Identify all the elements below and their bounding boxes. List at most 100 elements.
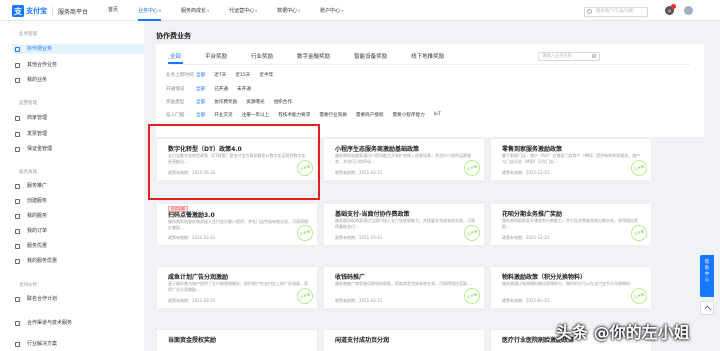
filter-option[interactable]: 近15天 — [235, 72, 250, 78]
nav-account-center[interactable]: 账户中心▾ — [320, 0, 343, 21]
filter-option[interactable]: 近半年 — [259, 72, 273, 78]
sidebar-group-title: 合作伙伴 — [19, 283, 37, 288]
card-description: 服务商帮助商家通过小程序能力开发扩充线上经营场景，并进行小程序运营服务，并进行小… — [335, 153, 471, 164]
card-title: 收钱码推广 — [335, 274, 366, 281]
sidebar-item-my-orders[interactable]: 我的订单 — [12, 226, 144, 236]
filter-option[interactable]: 需要小程序能力 — [393, 112, 425, 118]
tab-all[interactable]: 全部 — [167, 52, 184, 64]
sidebar-item-my-discount[interactable]: 我的服务优惠 — [12, 256, 144, 266]
sidebar-item-channels[interactable]: 合作渠道与技术服务 — [12, 318, 144, 328]
filter-option[interactable]: 协作费奖励 — [214, 99, 237, 105]
tab-platform[interactable]: 平台奖励 — [205, 52, 227, 64]
nav-home[interactable]: 首页 — [108, 0, 118, 21]
filter-option[interactable]: 有技术能力要求 — [278, 112, 310, 118]
filter-label: 准入门槛 — [166, 113, 185, 118]
filter-row-threshold: 准入门槛 全部 开业交流 注册一年以上 有技术能力要求 需要行业资质 需要商户授… — [166, 112, 450, 118]
sidebar-item-label: 创建服务 — [27, 198, 48, 204]
filter-label: 开通情况 — [166, 87, 185, 92]
chevron-down-icon: ▾ — [341, 8, 344, 13]
filter-option[interactable]: 全部 — [196, 86, 205, 92]
filter-row-reward-type: 奖励类型 全部 协作费奖励 资源曝光 组织合作 — [166, 99, 301, 105]
filter-option[interactable]: 未开通 — [237, 86, 251, 92]
tab-smart-device[interactable]: 智能设备奖励 — [354, 52, 387, 64]
tab-digital-finance[interactable]: 数字金融奖励 — [297, 52, 330, 64]
sidebar-item-invoices[interactable]: 发票管理 — [12, 129, 144, 139]
search-placeholder: 请输入业务名称 — [542, 54, 573, 59]
business-search-input[interactable]: 请输入业务名称 — [538, 52, 600, 61]
nav-business-center[interactable]: 业务中心▾ — [138, 0, 162, 21]
card-title: 小程序生态服务商激励基础政策 — [335, 146, 420, 153]
sidebar-item-my-services[interactable]: 我的服务 — [12, 211, 144, 221]
sidebar-item-label: 发票管理 — [27, 131, 48, 137]
sidebar-item-other-business[interactable]: 其他合作业务 — [12, 60, 144, 70]
logo-text: 支付宝 — [26, 7, 47, 15]
sidebar-item-label: 我的业务 — [27, 77, 48, 83]
search-icon — [587, 9, 592, 14]
sidebar-item-service-promo[interactable]: 服务推广 — [12, 181, 144, 191]
help-center-label: 帮助中心 — [704, 260, 710, 283]
filter-option[interactable]: 需要商户授权 — [356, 112, 384, 118]
card-date: 政策有效期：2021-03-31 — [168, 298, 216, 303]
card-date: 政策有效期：2021-03-31 — [335, 298, 383, 303]
nav-growth[interactable]: 服务商成长▾ — [181, 0, 209, 21]
sidebar-item-merchants[interactable]: 商家管理 — [12, 113, 144, 123]
filter-option[interactable]: 资源曝光 — [246, 99, 264, 105]
nav-operations[interactable]: 代运营中心▾ — [229, 0, 257, 21]
card-date: 政策有效期：2021-12-31 — [502, 235, 550, 240]
card-description: 服务商通过有效物料铺设获得积分，物料积分可以在支付宝平台兑换物料… — [502, 281, 634, 286]
filter-option[interactable]: 已开通 — [214, 86, 228, 92]
filter-option[interactable]: 开业交流 — [214, 112, 232, 118]
filter-option[interactable]: 组织合作 — [274, 99, 292, 105]
filter-option[interactable]: 全部 — [196, 99, 205, 105]
policy-card[interactable]: 即将到期 扫码点餐激励3.0 服务商帮助餐饮商家接入支付宝点餐小程序，并在门店完… — [156, 203, 318, 246]
policy-card[interactable]: 当面资金授权奖励 — [156, 329, 318, 351]
shield-icon — [15, 147, 20, 152]
chevron-down-icon: ▾ — [159, 8, 162, 13]
box-icon — [15, 214, 20, 219]
policy-card[interactable]: 收钱码推广 服务商推广商家使用收钱码收款，帮助商家完成有效交易，可获得相应奖励…… — [323, 266, 485, 309]
link-icon — [15, 321, 20, 326]
card-title: 基础支付-当面付协作费政策 — [335, 211, 410, 218]
avatar[interactable] — [684, 6, 693, 15]
filter-option[interactable]: 全部 — [196, 112, 205, 118]
policy-card[interactable]: 咸鱼计划广告分润激励 基于服务商为商户提供了支付和营销服务，依托商户在支付宝上的… — [156, 266, 318, 309]
card-title: 花呗分期业务推广奖励 — [502, 211, 563, 218]
policy-card[interactable]: 闲道支付成功页分润 — [323, 329, 485, 351]
logo[interactable]: 支 支付宝 服务商平台 — [12, 5, 88, 17]
divider — [52, 6, 53, 16]
filter-option[interactable]: 近7天 — [214, 72, 226, 78]
sidebar-item-service-discount[interactable]: 服务优惠 — [12, 241, 144, 251]
divider — [170, 64, 690, 65]
chevron-down-icon: ▾ — [207, 8, 210, 13]
sidebar-item-co-brand[interactable]: 联名合作计划 — [12, 294, 144, 304]
sidebar-item-my-business[interactable]: 我的业务 — [12, 75, 144, 85]
sidebar-item-deposit[interactable]: 保证金管理 — [12, 144, 144, 154]
policy-card[interactable]: 物料激励政策（积分兑换物料） 服务商通过有效物料铺设获得积分，物料积分可以在支付… — [490, 266, 652, 309]
sidebar-item-label: 服务优惠 — [27, 243, 48, 249]
search-icon[interactable] — [592, 54, 596, 58]
back-to-top-icon[interactable] — [700, 301, 714, 315]
tab-offline[interactable]: 线下地推奖励 — [411, 52, 444, 64]
policy-card[interactable]: 基础支付-当面付协作费政策 服务商协助商家通过当面付接入支付宝收款能力，并按要求… — [323, 203, 485, 246]
sidebar-item-collab-fee[interactable]: 协作费业务 — [12, 44, 144, 54]
card-description: 服务商协助商家通过当面付接入支付宝收款能力，并按要求完成有效交易，可获得基础支付… — [335, 218, 475, 229]
handshake-icon — [15, 297, 20, 302]
filter-option[interactable]: 注册一年以上 — [242, 112, 270, 118]
policy-card[interactable]: 零售到家服务激励政策 基于到家门店，商户（ISV）在商家门店商户（MID）提供有… — [490, 138, 652, 181]
sidebar-item-create-service[interactable]: 创建服务 — [12, 196, 144, 206]
nav-data-center[interactable]: 数据中心▾ — [277, 0, 300, 21]
plus-icon — [15, 199, 20, 204]
filter-option[interactable]: 全部 — [196, 72, 205, 78]
sidebar-item-label: 我的服务 — [27, 213, 48, 219]
help-center-button[interactable]: 帮助中心 — [700, 255, 714, 297]
filter-option[interactable]: IoT — [434, 112, 441, 118]
policy-card[interactable]: 花呗分期业务推广奖励 服务商帮助商家开通花呗分期能力，并引导消费者完成分期交易，… — [490, 203, 652, 246]
tab-industry[interactable]: 行业奖励 — [251, 52, 273, 64]
card-description: 基于到家门店，商户（ISV）在商家门店商户（MID）提供有效到家服务，商户与门店… — [502, 153, 641, 164]
policy-card[interactable]: 小程序生态服务商激励基础政策 服务商帮助商家通过小程序能力开发扩充线上经营场景，… — [323, 138, 485, 181]
sidebar-item-solutions[interactable]: 行业解决方案 — [12, 339, 144, 349]
top-search-input[interactable]: 搜索商户/工具/功能 — [584, 7, 648, 17]
card-title: 闲道支付成功页分润 — [335, 337, 390, 344]
filter-option[interactable]: 需要行业资质 — [319, 112, 347, 118]
coupon-icon — [15, 259, 20, 264]
